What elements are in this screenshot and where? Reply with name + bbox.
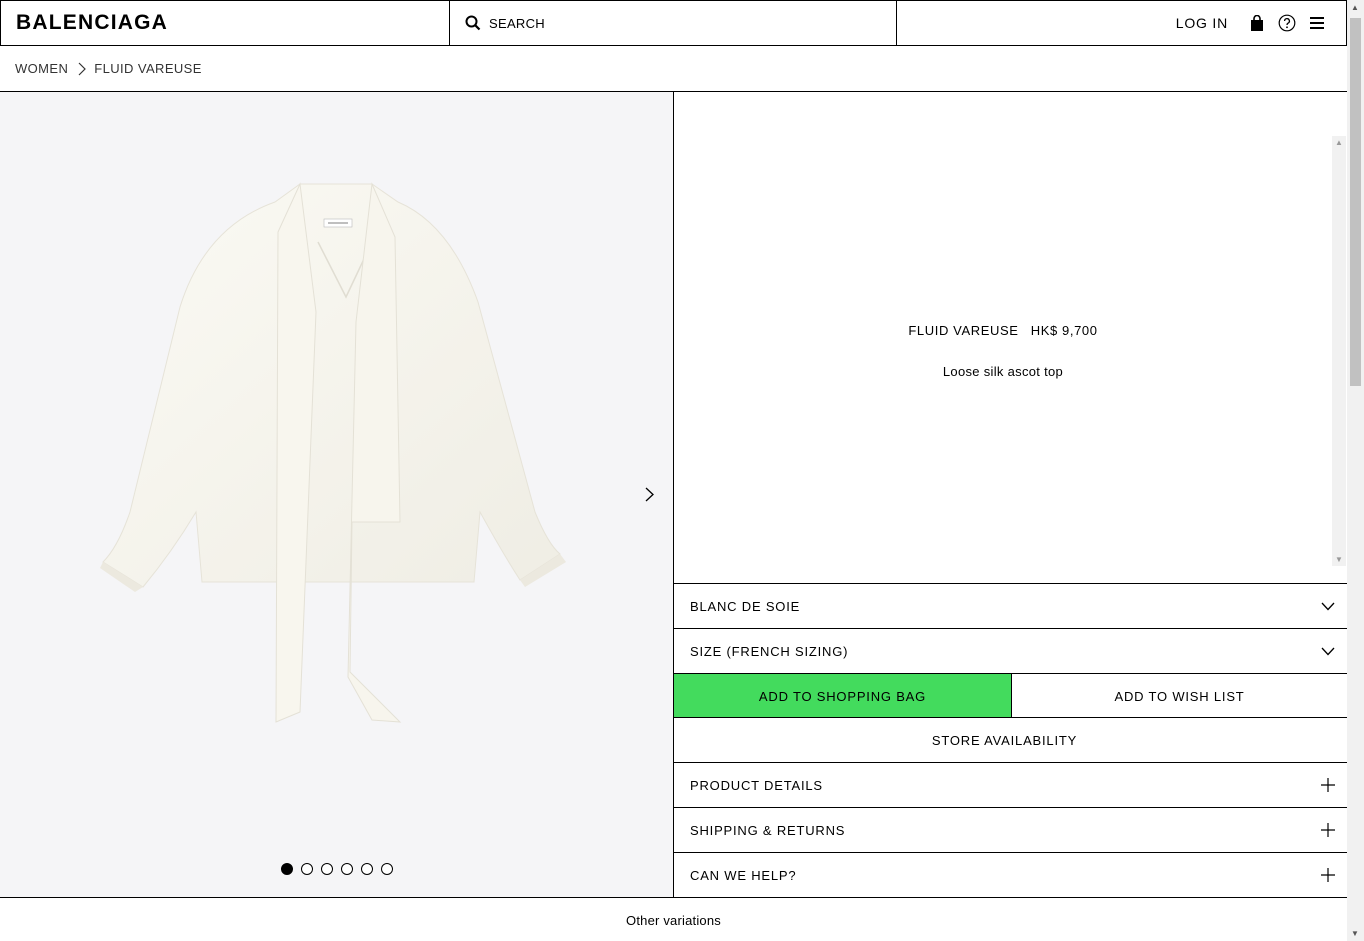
gallery-dot[interactable]	[301, 863, 313, 875]
accordion-label: PRODUCT DETAILS	[690, 777, 823, 793]
breadcrumb: WOMEN FLUID VAREUSE	[0, 46, 1347, 92]
accordion-label: SHIPPING & RETURNS	[690, 822, 846, 838]
login-link[interactable]: LOG IN	[1176, 15, 1228, 31]
add-to-wishlist-button[interactable]: ADD TO WISH LIST	[1011, 674, 1347, 718]
chevron-right-icon	[78, 62, 87, 76]
accordion-can-we-help[interactable]: CAN WE HELP?	[674, 852, 1347, 897]
gallery-dot[interactable]	[361, 863, 373, 875]
page-scrollbar-thumb[interactable]	[1350, 18, 1361, 386]
color-selector-label: BLANC DE SOIE	[690, 598, 801, 614]
accordion-label: CAN WE HELP?	[690, 867, 797, 883]
search-input[interactable]	[489, 15, 869, 31]
size-selector-label: SIZE (FRENCH SIZING)	[690, 643, 849, 659]
color-selector[interactable]: BLANC DE SOIE	[674, 583, 1347, 628]
gallery-dot[interactable]	[381, 863, 393, 875]
accordion-shipping-returns[interactable]: SHIPPING & RETURNS	[674, 807, 1347, 852]
purchase-actions: ADD TO SHOPPING BAG ADD TO WISH LIST	[674, 673, 1347, 718]
product-info: FLUID VAREUSE HK$ 9,700 Loose silk ascot…	[674, 92, 1347, 583]
menu-icon[interactable]	[1302, 8, 1332, 38]
gallery-dot[interactable]	[281, 863, 293, 875]
site-header: BALENCIAGA LOG IN	[0, 0, 1347, 46]
product-title-row: FLUID VAREUSE HK$ 9,700	[674, 323, 1332, 338]
gallery-next-button[interactable]	[640, 484, 658, 504]
gallery-dot[interactable]	[341, 863, 353, 875]
header-actions: LOG IN	[897, 1, 1346, 45]
shopping-bag-icon[interactable]	[1242, 8, 1272, 38]
plus-icon	[1321, 778, 1335, 792]
chevron-down-icon	[1321, 602, 1335, 610]
accordion-product-details[interactable]: PRODUCT DETAILS	[674, 762, 1347, 807]
page-scrollbar[interactable]: ▲ ▼	[1347, 0, 1364, 941]
product-gallery	[0, 92, 674, 898]
other-variations-heading: Other variations	[626, 913, 721, 928]
chevron-right-icon	[645, 487, 654, 501]
gallery-dot[interactable]	[321, 863, 333, 875]
breadcrumb-women[interactable]: WOMEN	[15, 61, 68, 76]
add-to-bag-button[interactable]: ADD TO SHOPPING BAG	[674, 674, 1011, 718]
brand-logo[interactable]: BALENCIAGA	[1, 1, 449, 45]
help-icon[interactable]	[1272, 8, 1302, 38]
size-selector[interactable]: SIZE (FRENCH SIZING)	[674, 628, 1347, 673]
divider	[0, 897, 1347, 898]
chevron-down-icon	[1321, 647, 1335, 655]
search-bar[interactable]	[449, 1, 897, 45]
info-scrollbar[interactable]: ▲ ▼	[1332, 136, 1346, 566]
search-icon	[465, 15, 481, 31]
plus-icon	[1321, 823, 1335, 837]
product-price: HK$ 9,700	[1030, 323, 1098, 338]
product-name: FLUID VAREUSE	[908, 323, 1019, 338]
breadcrumb-current: FLUID VAREUSE	[94, 61, 202, 76]
product-image	[100, 182, 566, 723]
product-description: Loose silk ascot top	[942, 364, 1064, 379]
store-availability-label: STORE AVAILABILITY	[931, 732, 1078, 748]
plus-icon	[1321, 868, 1335, 882]
store-availability-button[interactable]: STORE AVAILABILITY	[674, 717, 1347, 762]
gallery-pagination	[281, 863, 393, 875]
